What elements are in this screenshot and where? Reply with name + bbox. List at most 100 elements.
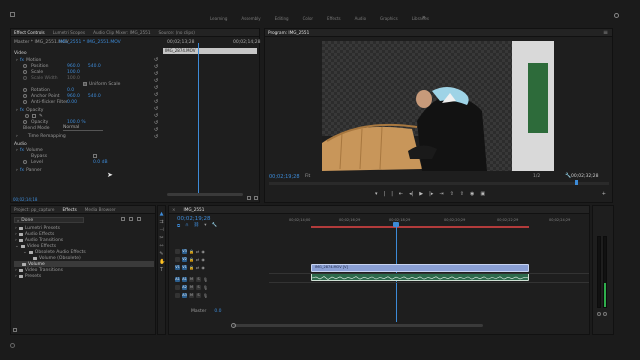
mic-icon[interactable]: 🎙 — [203, 285, 208, 290]
selection-tool-icon[interactable]: ▲ — [159, 212, 164, 217]
solo-button[interactable]: S — [196, 284, 201, 290]
master-volume[interactable]: 0.0 — [214, 309, 221, 314]
track-label-a2[interactable]: A2 — [182, 284, 187, 290]
more-workspaces-icon[interactable]: » — [422, 14, 426, 21]
slip-tool-icon[interactable]: ⇿ — [159, 244, 164, 249]
source-patch-icon[interactable] — [175, 284, 180, 290]
track-label-a1[interactable]: A1 — [182, 276, 187, 282]
track-header-v3[interactable]: V3 🔒 ⇄ ◉ — [175, 248, 205, 254]
reset-icon[interactable]: ↺ — [154, 113, 160, 119]
pen-tool-icon[interactable]: ✎ — [159, 252, 164, 257]
effects-search-field[interactable]: ⌕ Done — [14, 217, 84, 223]
source-patch-icon[interactable] — [175, 292, 180, 298]
ripple-edit-tool-icon[interactable]: ⊣ — [159, 228, 164, 233]
linked-selection-icon[interactable]: ⛓ — [194, 223, 200, 229]
ec-scrollbar[interactable] — [167, 193, 243, 196]
timeline-playhead-handle[interactable] — [393, 222, 399, 227]
workspace-tab-assembly[interactable]: Assembly — [241, 16, 260, 21]
sync-icon[interactable]: ⇄ — [196, 265, 199, 270]
track-header-master[interactable]: Master 0.0 — [191, 308, 222, 314]
track-header-a2[interactable]: A2 M S 🎙 — [175, 284, 208, 290]
ec-playhead[interactable] — [198, 43, 199, 193]
go-to-out-icon[interactable]: ⇥ — [439, 191, 443, 197]
timeline-ruler[interactable]: 00;02;14;00 00;02;16;29 00;02;18;29 00;0… — [269, 216, 589, 230]
level-value[interactable]: 0.0 dB — [93, 160, 108, 165]
tab-effects[interactable]: Effects — [63, 207, 77, 212]
mic-icon[interactable]: 🎙 — [203, 293, 208, 298]
reset-icon[interactable]: ↺ — [154, 106, 160, 112]
nest-toggle-icon[interactable]: ⧉ — [177, 223, 180, 229]
position-y[interactable]: 540.0 — [88, 64, 101, 69]
ec-panner-row[interactable]: › fx Panner — [16, 167, 42, 173]
track-header-a1[interactable]: A1 A1 M S 🎙 — [175, 276, 208, 282]
solo-button[interactable]: S — [196, 292, 201, 298]
scale-value[interactable]: 100.0 — [67, 70, 80, 75]
workspace-tab-libraries[interactable]: Libraries — [412, 16, 429, 21]
timeline-scrollbar[interactable] — [233, 324, 483, 327]
source-patch-icon[interactable] — [175, 256, 180, 262]
fit-select[interactable]: Fit — [305, 174, 310, 179]
step-back-icon[interactable]: ◂| — [409, 191, 413, 197]
ec-export-icon[interactable] — [254, 196, 258, 200]
uniform-scale-checkbox[interactable] — [83, 82, 87, 86]
program-playhead[interactable] — [575, 180, 578, 185]
ec-blend-row[interactable]: Blend Mode Normal — [23, 125, 103, 131]
solo-left-button[interactable] — [597, 312, 601, 316]
track-header-v1[interactable]: V1 V1 🔒 ⇄ ◉ — [175, 264, 205, 270]
32bit-filter-icon[interactable] — [129, 217, 133, 221]
add-button-icon[interactable]: + — [602, 191, 606, 197]
reset-icon[interactable]: ↺ — [154, 85, 160, 91]
yuv-filter-icon[interactable] — [137, 217, 141, 221]
tab-media-browser[interactable]: Media Browser — [85, 207, 116, 212]
type-tool-icon[interactable]: T — [159, 268, 164, 273]
tab-audio-clip-mixer[interactable]: Audio Clip Mixer: IMG_2551 — [93, 30, 150, 35]
mask-rect-icon[interactable] — [32, 114, 36, 118]
tab-project[interactable]: Project: pp_capture — [14, 207, 55, 212]
ec-level-row[interactable]: Level 0.0 dB — [23, 159, 108, 165]
track-label-v3[interactable]: V3 — [182, 248, 187, 254]
hand-tool-icon[interactable]: ✋ — [159, 260, 165, 265]
snap-icon[interactable]: ∩ — [185, 223, 188, 229]
source-patch-icon[interactable]: V1 — [175, 264, 180, 270]
track-header-v2[interactable]: V2 🔒 ⇄ ◉ — [175, 256, 205, 262]
new-bin-icon[interactable] — [13, 328, 17, 332]
sequence-label[interactable]: IMG_2551 * IMG_2551.MOV — [59, 40, 121, 45]
resolution-select[interactable]: 1/2 — [533, 174, 540, 179]
eye-icon[interactable]: ◉ — [201, 249, 205, 254]
program-title[interactable]: Program: IMG_2551 — [268, 30, 309, 35]
lift-icon[interactable]: ⇧ — [450, 191, 454, 197]
reset-icon[interactable]: ↺ — [154, 99, 160, 105]
mute-button[interactable]: M — [189, 284, 194, 290]
tab-effect-controls[interactable]: Effect Controls — [14, 30, 45, 35]
bypass-checkbox[interactable] — [93, 154, 97, 158]
ec-antiflicker-row[interactable]: Anti-flicker Filter 0.00 — [23, 99, 77, 105]
lock-icon[interactable]: 🔒 — [189, 257, 194, 262]
source-patch-icon[interactable]: A1 — [175, 276, 180, 282]
reset-icon[interactable]: ↺ — [154, 64, 160, 70]
reset-icon[interactable]: ↺ — [154, 78, 160, 84]
timeline-video-clip[interactable]: IMG_2874.MOV [V] — [311, 264, 529, 272]
mute-button[interactable]: M — [189, 292, 194, 298]
ec-timecode[interactable]: 00;02;14;18 — [13, 197, 37, 202]
track-label-v2[interactable]: V2 — [182, 256, 187, 262]
lock-icon[interactable]: 🔒 — [189, 265, 194, 270]
blend-mode-select[interactable]: Normal — [63, 125, 103, 131]
tree-item[interactable]: › Presets — [15, 273, 41, 279]
tab-lumetri-scopes[interactable]: Lumetri Scopes — [53, 30, 85, 35]
position-x[interactable]: 960.0 — [67, 64, 80, 69]
solo-right-button[interactable] — [603, 312, 607, 316]
eye-icon[interactable]: ◉ — [201, 257, 205, 262]
ec-time-remap-row[interactable]: › Time Remapping — [16, 133, 66, 139]
extract-icon[interactable]: ⇪ — [460, 191, 464, 197]
track-header-a3[interactable]: A3 M S 🎙 — [175, 292, 208, 298]
reset-icon[interactable]: ↺ — [154, 57, 160, 63]
step-forward-icon[interactable]: |▸ — [429, 191, 433, 197]
timeline-close-icon[interactable]: × — [172, 207, 176, 212]
workspace-tab-color[interactable]: Color — [303, 16, 313, 21]
timeline-sequence-tab[interactable]: IMG_2551 — [184, 207, 205, 212]
workspace-tab-audio[interactable]: Audio — [355, 16, 366, 21]
mark-out-icon[interactable]: | — [384, 191, 386, 197]
export-frame-icon[interactable]: ◉ — [470, 191, 474, 197]
source-patch-icon[interactable] — [175, 248, 180, 254]
tab-source[interactable]: Source: (no clips) — [159, 30, 195, 35]
